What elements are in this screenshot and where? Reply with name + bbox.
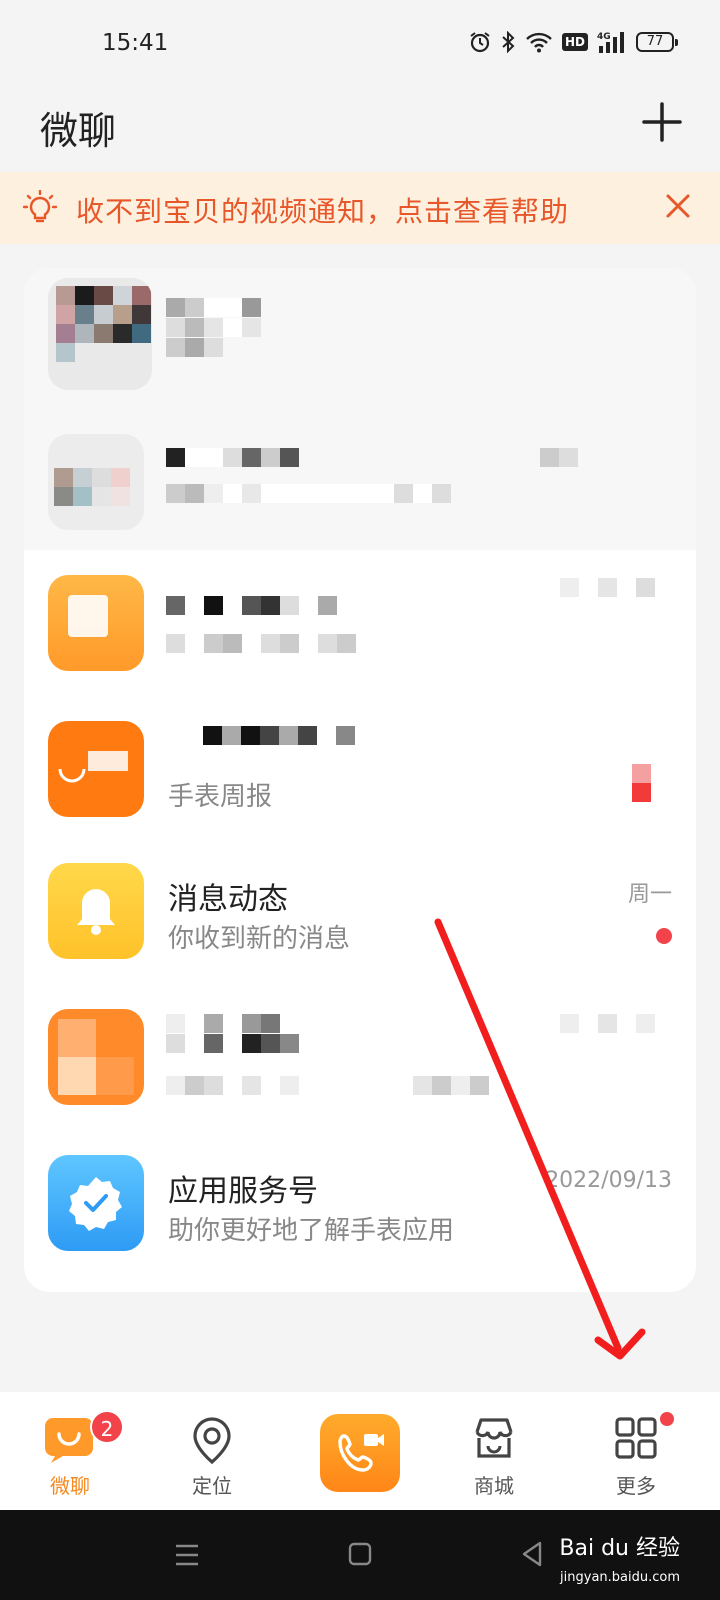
message-list: 手表周报 消息动态 你收到新的消息 周一 应用服务号 助你更好地了解手表应用 2…	[24, 268, 696, 1292]
message-time: 2022/09/13	[545, 1168, 672, 1193]
avatar	[48, 721, 144, 817]
message-title: 应用服务号	[168, 1174, 318, 1209]
bluetooth-icon	[502, 31, 515, 53]
unread-badge: 2	[90, 1410, 124, 1444]
list-item[interactable]	[24, 550, 696, 696]
notice-banner[interactable]: 收不到宝贝的视频通知，点击查看帮助	[0, 172, 720, 244]
notification-dot	[660, 1412, 674, 1426]
avatar	[48, 434, 144, 530]
alarm-icon	[470, 32, 490, 53]
store-icon	[475, 1418, 513, 1458]
tab-label: 微聊	[50, 1474, 90, 1498]
tab-chat[interactable]: 2 微聊	[10, 1392, 130, 1510]
watermark-url: jingyan.baidu.com	[560, 1570, 680, 1585]
message-subtitle: 手表周报	[168, 782, 273, 812]
chat-icon	[45, 1418, 93, 1463]
notice-text: 收不到宝贝的视频通知，点击查看帮助	[76, 195, 570, 228]
list-item-message-updates[interactable]: 消息动态 你收到新的消息 周一	[24, 838, 696, 984]
smile-icon	[58, 768, 86, 783]
avatar	[48, 1155, 144, 1251]
unread-dot	[656, 928, 672, 944]
video-call-icon	[338, 1434, 384, 1472]
list-item-app-service[interactable]: 应用服务号 助你更好地了解手表应用 2022/09/13	[24, 1130, 696, 1276]
svg-text:4G: 4G	[597, 32, 611, 42]
lightbulb-icon	[22, 190, 58, 223]
bell-icon	[77, 889, 115, 935]
menu-icon[interactable]	[174, 1542, 200, 1568]
tab-store[interactable]: 商城	[434, 1392, 554, 1510]
avatar	[48, 575, 144, 671]
tab-label: 更多	[616, 1474, 656, 1498]
status-icons: HD 4G 77	[469, 30, 678, 54]
message-title: 消息动态	[168, 882, 288, 917]
home-icon[interactable]	[348, 1542, 372, 1566]
message-subtitle: 助你更好地了解手表应用	[168, 1216, 455, 1246]
avatar	[48, 863, 144, 959]
list-item[interactable]	[24, 414, 696, 550]
grid-icon	[615, 1417, 657, 1459]
status-time: 15:41	[102, 30, 169, 56]
video-call-button[interactable]	[320, 1414, 400, 1492]
location-pin-icon	[193, 1417, 231, 1464]
list-item[interactable]: 手表周报	[24, 696, 696, 842]
plus-icon	[642, 102, 682, 142]
status-bar: 15:41 HD 4G 77	[0, 0, 720, 90]
tab-label: 定位	[192, 1474, 232, 1498]
avatar	[48, 1009, 144, 1105]
list-item[interactable]	[24, 268, 696, 414]
signal-icon: 4G	[597, 32, 624, 53]
list-item[interactable]	[24, 984, 696, 1130]
add-button[interactable]	[640, 100, 684, 144]
watermark: Bai du 经验	[559, 1536, 680, 1561]
wifi-icon	[526, 32, 552, 53]
close-icon[interactable]	[664, 192, 692, 220]
tab-more[interactable]: 更多	[576, 1392, 696, 1510]
tab-location[interactable]: 定位	[152, 1392, 272, 1510]
tab-label: 商城	[474, 1474, 514, 1498]
message-time: 周一	[627, 882, 672, 907]
page-title: 微聊	[40, 109, 117, 153]
verified-badge-icon	[69, 1177, 122, 1231]
bottom-nav: 2 微聊 定位 商城 更多	[0, 1392, 720, 1510]
hd-icon: HD	[561, 33, 588, 51]
avatar	[48, 278, 152, 390]
message-subtitle: 你收到新的消息	[168, 924, 351, 954]
battery-icon: 77	[636, 32, 678, 52]
back-icon[interactable]	[520, 1540, 544, 1568]
